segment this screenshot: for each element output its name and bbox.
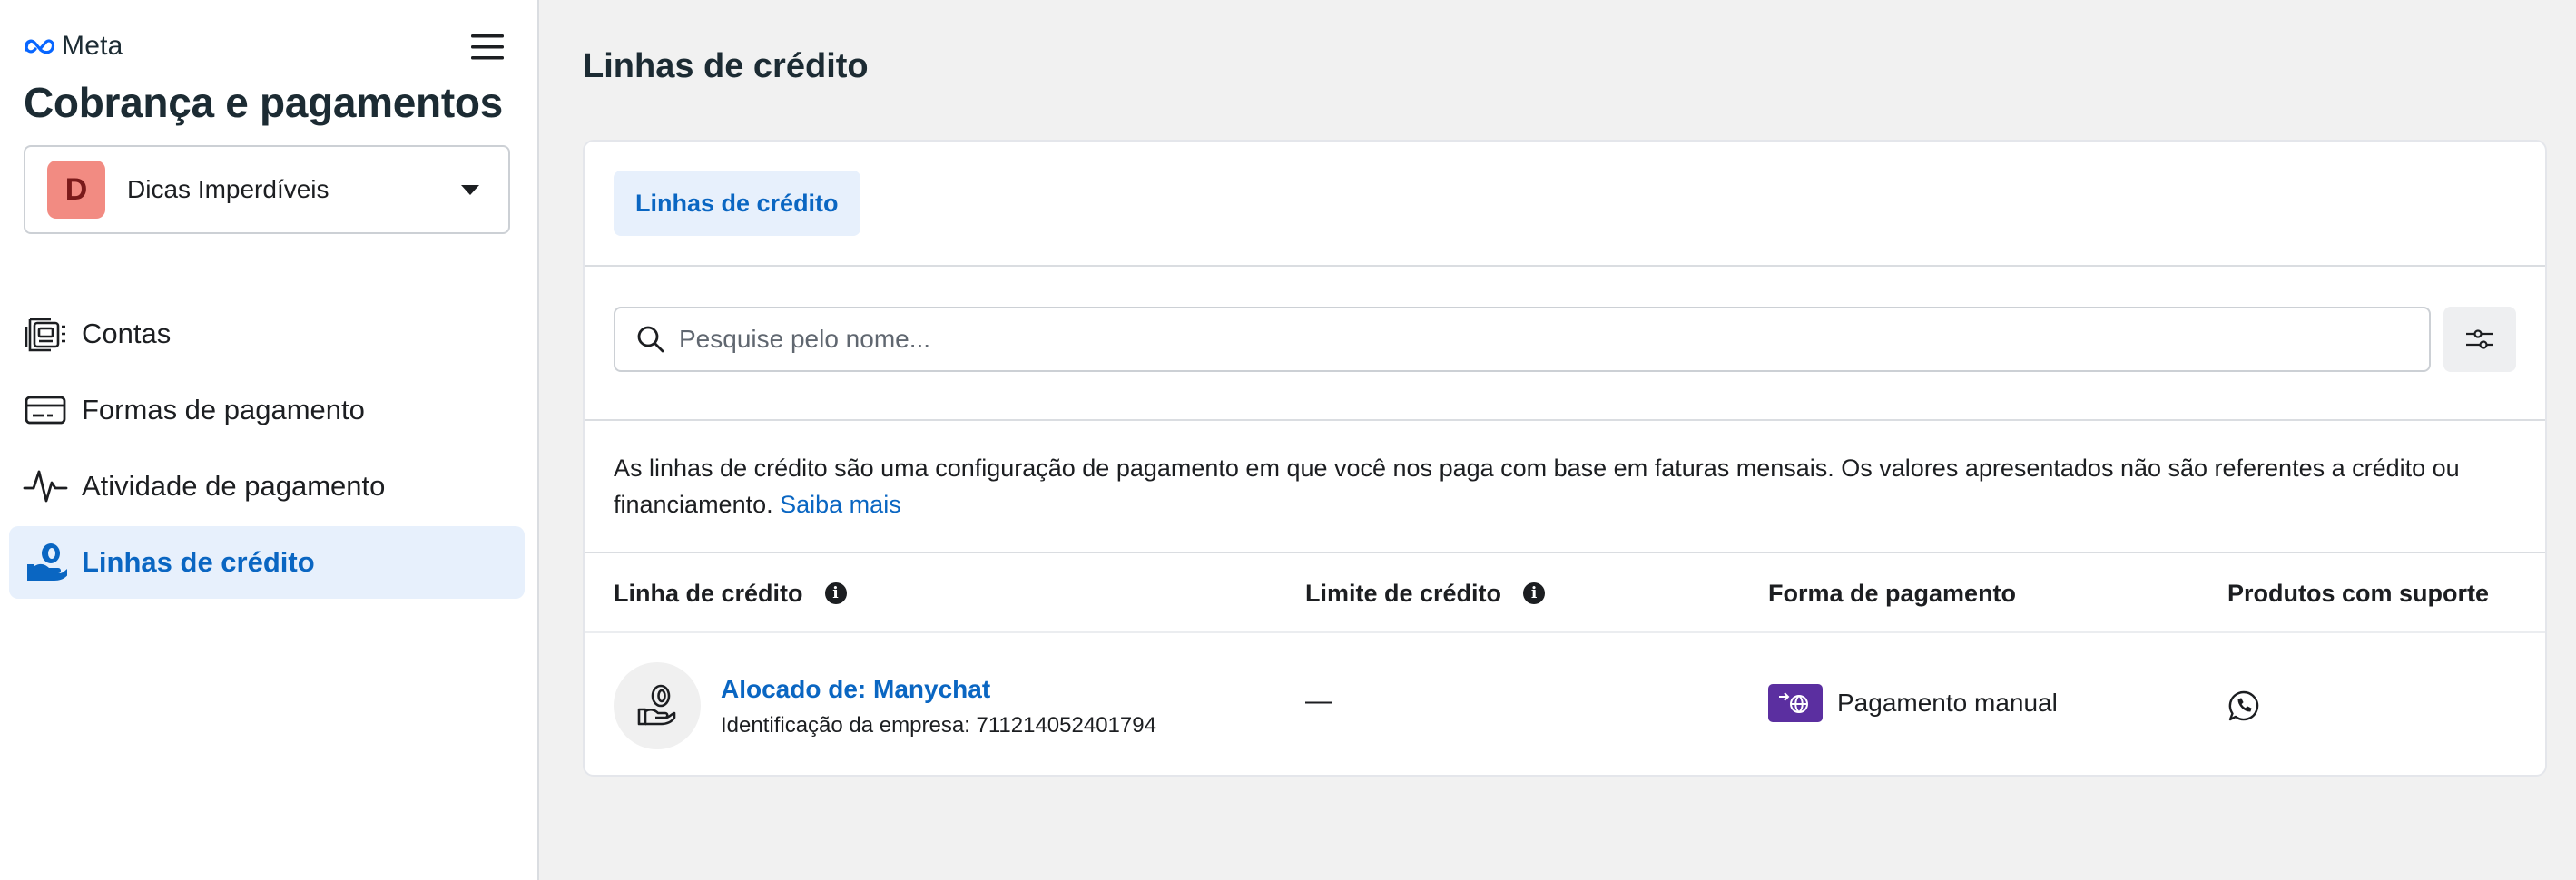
filter-button[interactable]: [2443, 307, 2516, 372]
credit-lines-card: Linhas de crédito As linhas de cr: [583, 140, 2547, 777]
business-account-select[interactable]: D Dicas Imperdíveis: [24, 145, 510, 234]
search-icon: [637, 326, 664, 353]
caret-down-icon: [461, 185, 479, 195]
learn-more-link[interactable]: Saiba mais: [780, 491, 901, 518]
info-icon[interactable]: i: [824, 582, 847, 604]
sidebar-item-atividade-de-pagamento[interactable]: Atividade de pagamento: [9, 450, 525, 523]
sidebar-item-label: Formas de pagamento: [82, 394, 365, 425]
meta-wordmark: Meta: [62, 31, 123, 61]
page-title: Linhas de crédito: [583, 47, 869, 85]
search-field[interactable]: [614, 307, 2431, 372]
column-header-credit-limit: Limite de crédito i: [1305, 553, 1546, 633]
tab-linhas-de-credito[interactable]: Linhas de crédito: [614, 171, 860, 236]
sidebar-item-label: Linhas de crédito: [82, 546, 315, 578]
column-header-label: Limite de crédito: [1305, 579, 1502, 607]
credit-line-avatar: [614, 662, 701, 749]
filter-sliders-icon: [2466, 329, 2493, 349]
billing-app: Meta Cobrança e pagamentos D Dicas Imper…: [0, 0, 2576, 880]
whatsapp-icon: [2227, 689, 2260, 722]
sidebar-nav: Contas Formas de pagamento Atividade de …: [9, 298, 525, 602]
sidebar-title: Cobrança e pagamentos: [24, 79, 503, 126]
hand-coin-icon: [637, 684, 676, 726]
sidebar: Meta Cobrança e pagamentos D Dicas Imper…: [0, 0, 539, 880]
sidebar-item-label: Contas: [82, 318, 172, 349]
sidebar-item-linhas-de-credito[interactable]: Linhas de crédito: [9, 526, 525, 599]
business-id: Identificação da empresa: 71121405240179…: [721, 713, 1156, 738]
payment-method: Pagamento manual: [1768, 684, 2058, 722]
search-bar: [585, 267, 2545, 421]
sidebar-item-label: Atividade de pagamento: [82, 470, 386, 502]
column-header-credit-line: Linha de crédito i: [614, 553, 847, 633]
activity-pulse-icon: [20, 461, 71, 512]
credit-line-name[interactable]: Alocado de: Manychat: [721, 675, 990, 704]
search-input[interactable]: [679, 325, 2404, 354]
table-row[interactable]: Alocado de: Manychat Identificação da em…: [585, 633, 2545, 775]
meta-logo[interactable]: Meta: [24, 31, 123, 62]
column-header-label: Produtos com suporte: [2227, 579, 2490, 607]
payment-method-label: Pagamento manual: [1837, 689, 2058, 717]
column-header-payment-method: Forma de pagamento: [1768, 553, 2016, 633]
credit-limit-value: —: [1305, 686, 1332, 716]
column-header-supported-products: Produtos com suporte: [2227, 553, 2489, 633]
info-icon[interactable]: i: [1523, 582, 1546, 604]
account-name: Dicas Imperdíveis: [127, 175, 329, 203]
manual-payment-icon: [1768, 684, 1823, 722]
sidebar-item-formas-de-pagamento[interactable]: Formas de pagamento: [9, 374, 525, 446]
meta-infinity-icon: [25, 39, 55, 54]
info-description: As linhas de crédito são uma configuraçã…: [585, 421, 2545, 553]
column-header-label: Linha de crédito: [614, 579, 803, 607]
tab-bar: Linhas de crédito: [585, 142, 2545, 267]
account-avatar: D: [47, 161, 105, 219]
hamburger-menu-icon: [471, 34, 504, 60]
menu-button[interactable]: [468, 29, 506, 65]
table-header: Linha de crédito i Limite de crédito i F…: [585, 553, 2545, 633]
column-header-label: Forma de pagamento: [1768, 579, 2017, 607]
accounts-icon: [20, 308, 71, 359]
credit-lines-icon: [20, 537, 71, 588]
credit-card-icon: [20, 385, 71, 435]
sidebar-item-contas[interactable]: Contas: [9, 298, 525, 370]
